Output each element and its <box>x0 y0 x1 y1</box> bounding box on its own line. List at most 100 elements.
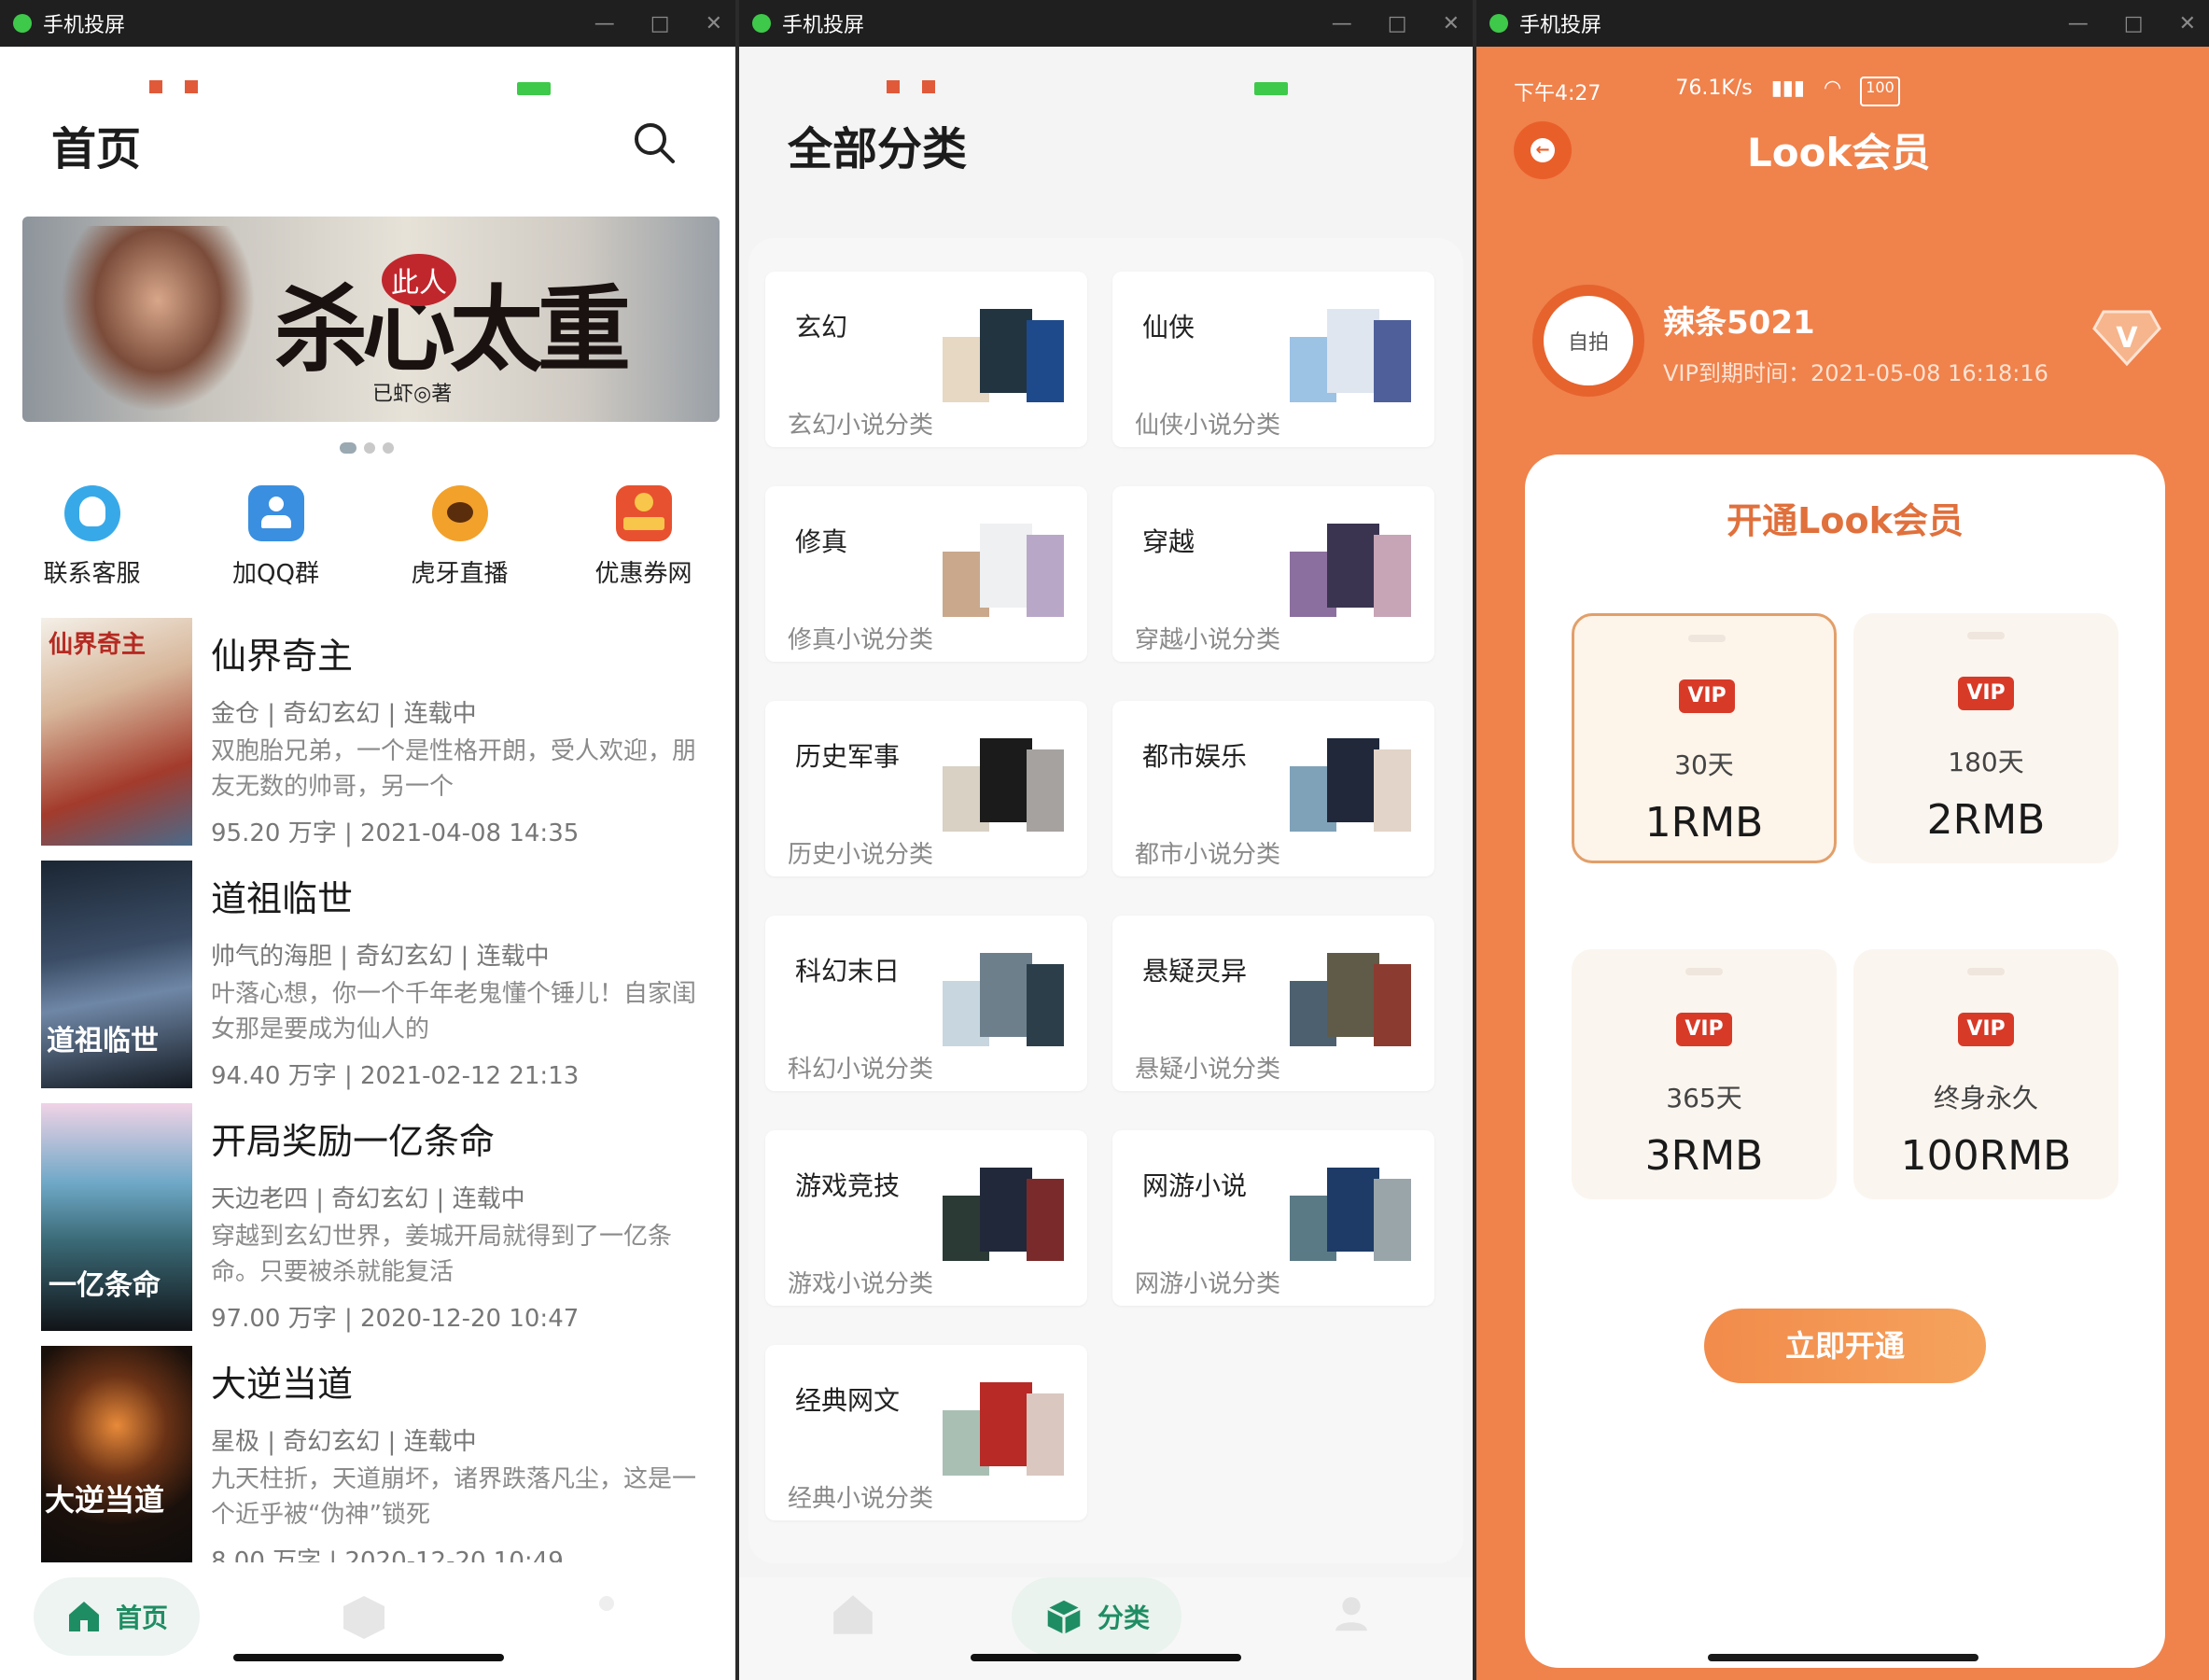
quick-link-customer-service[interactable]: 联系客服 <box>0 485 184 589</box>
category-name: 游戏竞技 <box>795 1170 901 1201</box>
category-description: 游戏小说分类 <box>788 1270 934 1298</box>
category-card-xianxia[interactable]: 仙侠 仙侠小说分类 <box>1112 272 1434 447</box>
category-description: 科幻小说分类 <box>788 1056 934 1084</box>
close-icon[interactable]: ✕ <box>706 12 722 35</box>
phone-window-vip: 手机投屏 — □ ✕ 下午4:27 76.1K/s ▮▮▮ ◠ 100 ← Lo… <box>1476 0 2209 1680</box>
notification-icon <box>185 80 198 93</box>
category-card-chuanyue[interactable]: 穿越 穿越小说分类 <box>1112 486 1434 662</box>
book-cover: 大逆当道 <box>41 1346 192 1562</box>
category-card-scifi[interactable]: 科幻末日 科幻小说分类 <box>765 916 1087 1091</box>
window-titlebar[interactable]: 手机投屏 — □ ✕ <box>739 0 1473 47</box>
book-description: 叶落心想，你一个千年老鬼懂个锤儿！自家闺女那是要成为仙人的 <box>211 980 697 1043</box>
avatar-image: 自拍 <box>1544 296 1633 385</box>
book-meta: 天边老四 | 奇幻玄幻 | 连载中 <box>211 1185 525 1213</box>
plan-notch <box>1688 635 1726 642</box>
maximize-icon[interactable]: □ <box>650 12 670 35</box>
book-list-item[interactable]: 道祖临世 道祖临世 帅气的海胆 | 奇幻玄幻 | 连载中 叶落心想，你一个千年老… <box>41 861 713 1090</box>
profile-icon <box>599 1596 614 1611</box>
category-name: 修真 <box>795 526 848 557</box>
plan-card-180-days[interactable]: VIP 180天 2RMB <box>1853 613 2118 863</box>
plan-card-365-days[interactable]: VIP 365天 3RMB <box>1572 949 1837 1199</box>
tab-category-label: 分类 <box>1098 1603 1151 1633</box>
category-card-urban[interactable]: 都市娱乐 都市小说分类 <box>1112 701 1434 876</box>
book-list-item[interactable]: 仙界奇主 仙界奇主 金仓 | 奇幻玄幻 | 连载中 双胞胎兄弟，一个是性格开朗，… <box>41 618 713 847</box>
category-name: 经典网文 <box>795 1385 901 1416</box>
plan-card-30-days[interactable]: VIP 30天 1RMB <box>1572 613 1837 863</box>
book-list-item[interactable]: 一亿条命 开局奖励一亿条命 天边老四 | 奇幻玄幻 | 连载中 穿越到玄幻世界，… <box>41 1103 713 1333</box>
plan-price: 1RMB <box>1644 799 1764 847</box>
book-stats: 97.00 万字 | 2020-12-20 10:47 <box>211 1305 580 1333</box>
category-card-xuanhuan[interactable]: 玄幻 玄幻小说分类 <box>765 272 1087 447</box>
status-bar: 下午4:27 76.1K/s ▮▮▮ ◠ 100 <box>1514 77 1900 106</box>
avatar[interactable]: 自拍 <box>1532 285 1644 397</box>
bottom-tab-bar: 分类 <box>739 1577 1473 1680</box>
book-list-item[interactable]: 大逆当道 大逆当道 星极 | 奇幻玄幻 | 连载中 九天柱折，天道崩坏，诸界跌落… <box>41 1346 713 1562</box>
book-meta: 帅气的海胆 | 奇幻玄幻 | 连载中 <box>211 943 550 971</box>
category-thumbnails <box>943 524 1064 617</box>
window-controls: — □ ✕ <box>594 12 722 35</box>
vip-tag: VIP <box>1958 677 2014 710</box>
phone-window-categories: 手机投屏 — □ ✕ 全部分类 玄幻 玄幻小说分类 仙侠 仙侠小说分类 修真 修… <box>739 0 1473 1680</box>
window-titlebar[interactable]: 手机投屏 — □ ✕ <box>0 0 735 47</box>
tab-category[interactable]: 分类 <box>1012 1577 1182 1656</box>
category-card-xiuzhen[interactable]: 修真 修真小说分类 <box>765 486 1087 662</box>
quick-link-label: 加QQ群 <box>232 560 319 588</box>
category-card-online-game[interactable]: 网游小说 网游小说分类 <box>1112 1130 1434 1306</box>
vip-tag: VIP <box>1679 679 1735 713</box>
quick-links: 联系客服 加QQ群 虎牙直播 优惠券网 <box>0 485 735 589</box>
tab-category[interactable] <box>338 1590 390 1643</box>
carousel-dots[interactable] <box>340 442 394 454</box>
plan-duration: 180天 <box>1948 747 2024 777</box>
carousel-dot[interactable] <box>383 442 394 454</box>
back-button[interactable]: ← <box>1514 121 1572 179</box>
quick-link-huya-live[interactable]: 虎牙直播 <box>368 485 552 589</box>
tab-home[interactable] <box>829 1590 881 1643</box>
book-title: 道祖临世 <box>211 878 354 919</box>
category-thumbnails <box>1290 309 1411 402</box>
category-description: 网游小说分类 <box>1135 1270 1281 1298</box>
maximize-icon[interactable]: □ <box>1388 12 1407 35</box>
category-name: 穿越 <box>1142 526 1195 557</box>
category-description: 玄幻小说分类 <box>788 412 934 440</box>
page-title: Look会员 <box>1747 130 1931 175</box>
minimize-icon[interactable]: — <box>2068 12 2089 35</box>
category-name: 都市娱乐 <box>1142 741 1248 772</box>
notification-icon <box>887 80 900 93</box>
search-icon[interactable] <box>631 119 678 166</box>
category-card-gaming[interactable]: 游戏竞技 游戏小说分类 <box>765 1130 1087 1306</box>
quick-link-coupon[interactable]: 优惠券网 <box>552 485 735 589</box>
open-now-button[interactable]: 立即开通 <box>1704 1309 1986 1383</box>
category-description: 经典小说分类 <box>788 1485 934 1513</box>
category-name: 悬疑灵异 <box>1142 956 1248 987</box>
page-title: 全部分类 <box>788 123 968 175</box>
window-titlebar[interactable]: 手机投屏 — □ ✕ <box>1476 0 2209 47</box>
open-membership-title: 开通Look会员 <box>1727 500 1964 541</box>
carousel-dot[interactable] <box>340 442 357 454</box>
book-meta: 金仓 | 奇幻玄幻 | 连载中 <box>211 700 477 728</box>
tab-profile[interactable] <box>588 1590 640 1643</box>
minimize-icon[interactable]: — <box>594 12 615 35</box>
promo-banner[interactable]: 杀心太重 此人 已虾◎著 <box>22 217 720 422</box>
category-card-mystery[interactable]: 悬疑灵异 悬疑小说分类 <box>1112 916 1434 1091</box>
close-icon[interactable]: ✕ <box>1443 12 1460 35</box>
book-stats: 94.40 万字 | 2021-02-12 21:13 <box>211 1062 580 1090</box>
tab-profile[interactable] <box>1329 1590 1381 1643</box>
category-card-classic[interactable]: 经典网文 经典小说分类 <box>765 1345 1087 1520</box>
svg-text:V: V <box>2116 322 2138 355</box>
minimize-icon[interactable]: — <box>1332 12 1352 35</box>
close-icon[interactable]: ✕ <box>2179 12 2196 35</box>
category-name: 玄幻 <box>795 312 848 343</box>
home-indicator <box>971 1654 1241 1661</box>
category-thumbnails <box>1290 953 1411 1046</box>
category-description: 仙侠小说分类 <box>1135 412 1281 440</box>
tab-home[interactable]: 首页 <box>34 1577 201 1656</box>
tab-home-label: 首页 <box>116 1603 169 1633</box>
plan-card-lifetime[interactable]: VIP 终身永久 100RMB <box>1853 949 2118 1199</box>
maximize-icon[interactable]: □ <box>2124 12 2144 35</box>
category-description: 穿越小说分类 <box>1135 626 1281 654</box>
category-card-history[interactable]: 历史军事 历史小说分类 <box>765 701 1087 876</box>
quick-link-qq-group[interactable]: 加QQ群 <box>184 485 368 589</box>
cube-icon <box>343 1596 384 1639</box>
status-speed: 76.1K/s <box>1675 77 1753 100</box>
carousel-dot[interactable] <box>364 442 375 454</box>
